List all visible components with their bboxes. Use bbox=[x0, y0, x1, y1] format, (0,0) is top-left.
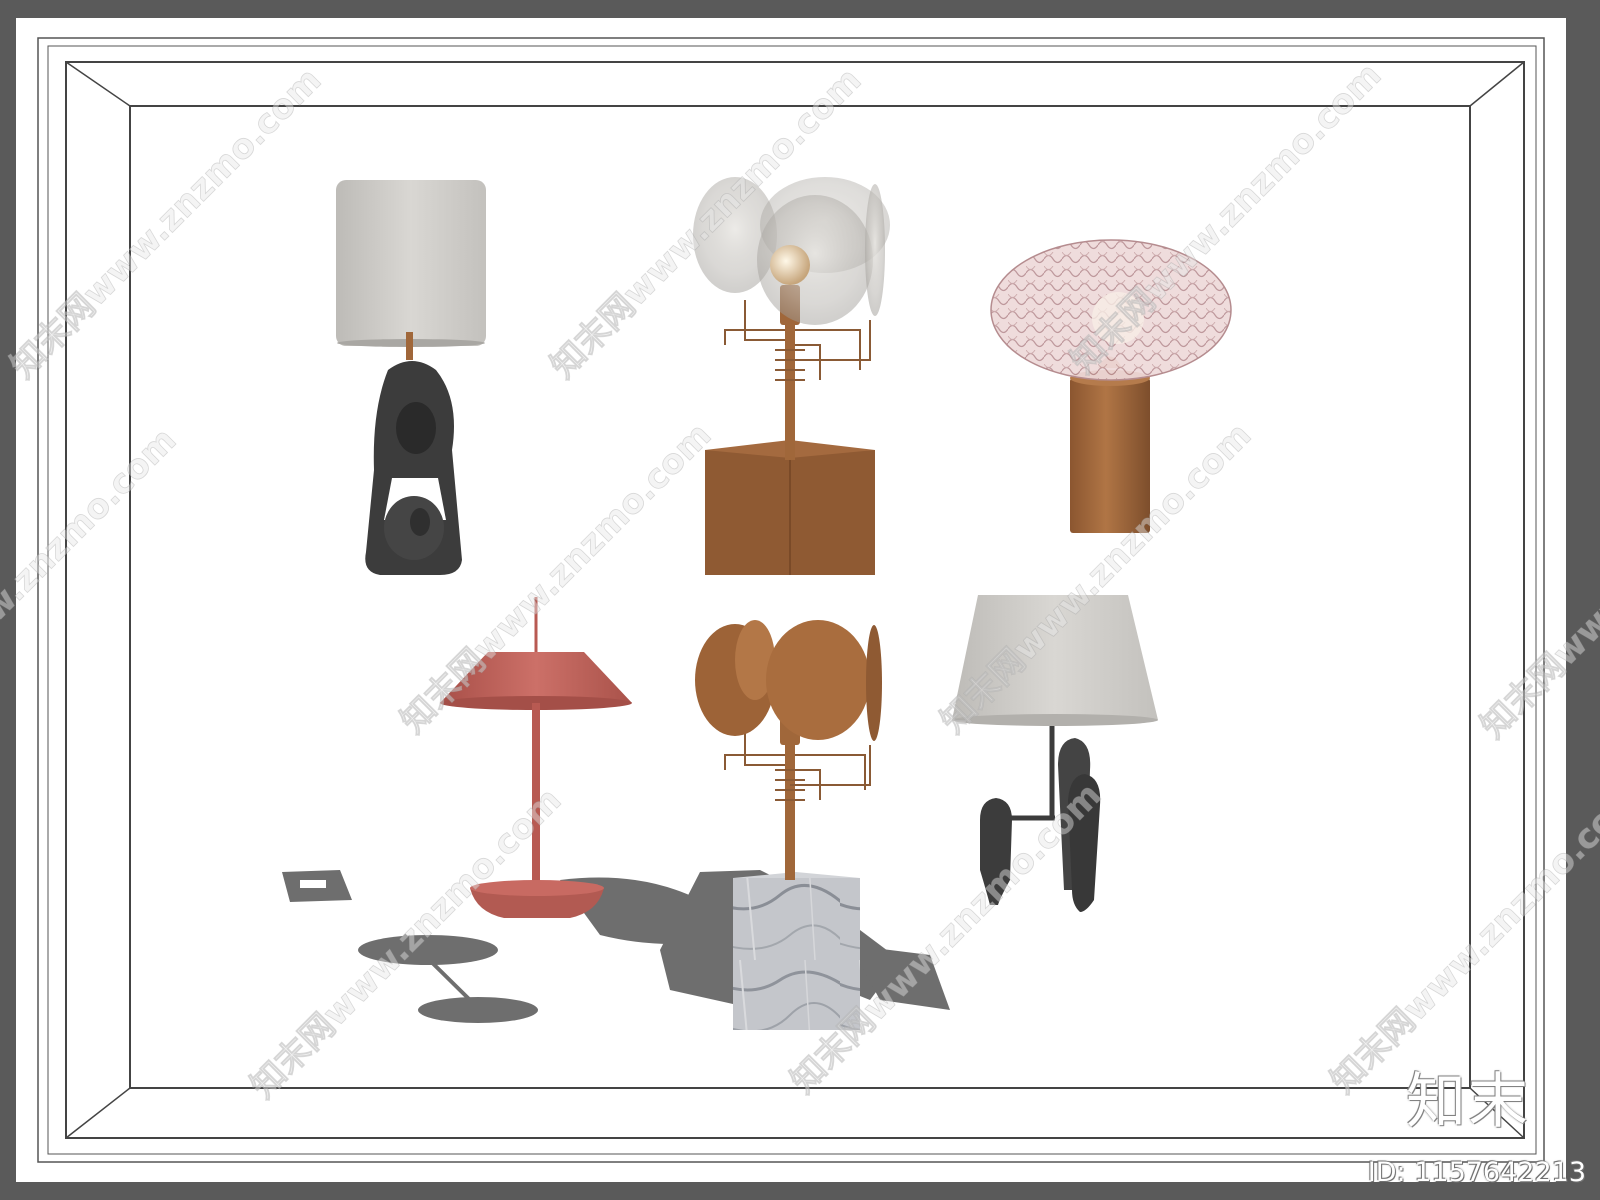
brand-logo: 知末 bbox=[1406, 1067, 1530, 1137]
image-id-label: ID: 1157642213 bbox=[1367, 1157, 1586, 1188]
product-render-canvas: 知末网www.znzmo.com 知末网www.znzmo.com 知末网www… bbox=[0, 0, 1600, 1200]
